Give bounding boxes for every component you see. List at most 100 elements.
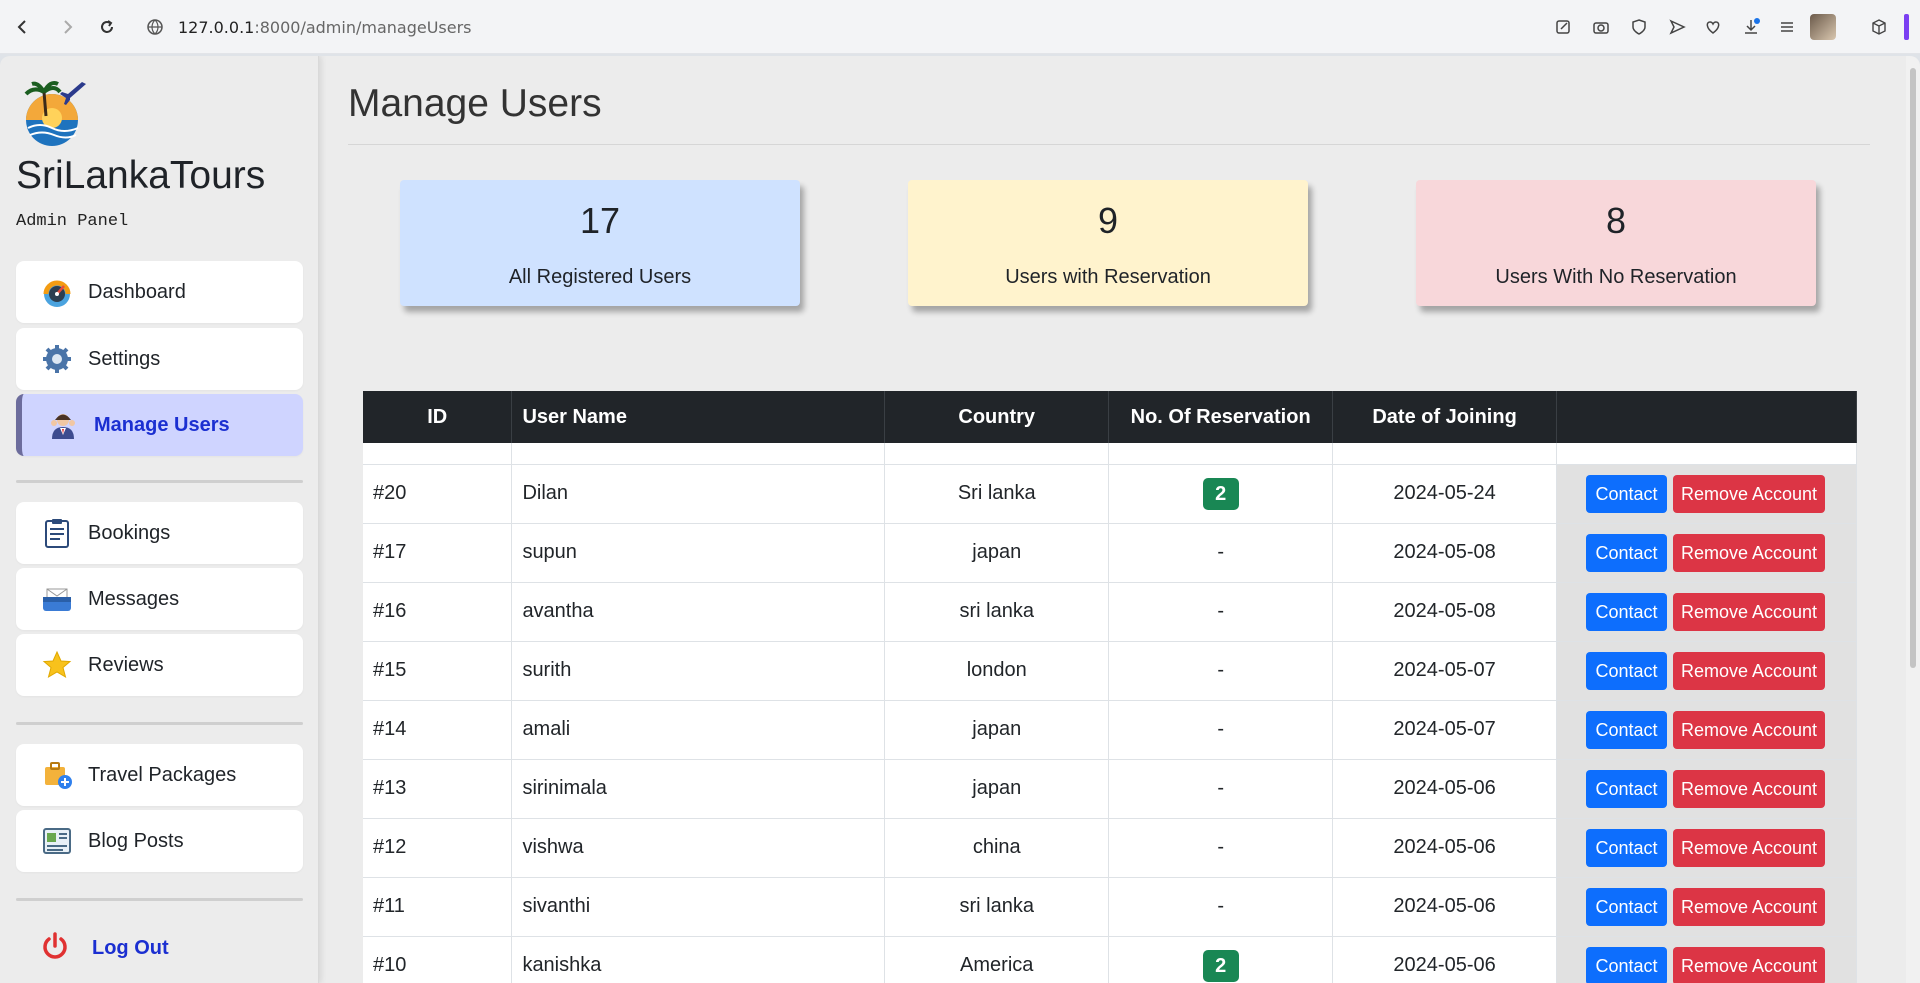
cell-date-joined: 2024-05-24 (1332, 464, 1558, 524)
header-user-name: User Name (511, 391, 886, 443)
remove-account-button[interactable]: Remove Account (1673, 946, 1826, 983)
cell-actions: Contact Remove Account (1556, 464, 1857, 524)
cell-reservations: - (1108, 641, 1334, 701)
heart-icon[interactable] (1700, 14, 1726, 40)
site-info-icon[interactable] (146, 18, 164, 41)
mailbox-icon (40, 582, 74, 616)
cell-user-name: amali (511, 700, 886, 760)
send-icon[interactable] (1664, 14, 1690, 40)
cell-id: #20 (363, 464, 513, 524)
stat-card-no-reservation: 8 Users With No Reservation (1416, 180, 1816, 306)
extensions-icon[interactable] (1866, 14, 1892, 40)
profile-avatar[interactable] (1810, 14, 1836, 40)
users-icon (46, 408, 80, 442)
blog-icon (40, 824, 74, 858)
edit-icon[interactable] (1550, 14, 1576, 40)
sidebar-item-travel-packages[interactable]: Travel Packages (16, 744, 303, 806)
cell-country: America (884, 936, 1110, 983)
table-row: #10 kanishka America 2 2024-05-06 Contact Remo… (363, 936, 1857, 983)
gear-icon (40, 342, 74, 376)
cell-reservations: - (1108, 523, 1334, 583)
main-content: Manage Users 17 All Registered Users 9 U… (320, 56, 1920, 983)
contact-button[interactable]: Contact (1586, 651, 1668, 690)
table-row: #17 supun japan -2024-05-08 Contact Remove Ac… (363, 523, 1857, 583)
cell-user-name: kanishka (511, 936, 886, 983)
cell-reservations: - (1108, 759, 1334, 819)
contact-button[interactable]: Contact (1586, 946, 1668, 983)
cell-country: sri lanka (884, 877, 1110, 937)
cell-country: japan (884, 759, 1110, 819)
contact-button[interactable]: Contact (1586, 828, 1668, 867)
cell-user-name: sirinimala (511, 759, 886, 819)
brand-name: SriLankaTours (16, 154, 266, 197)
contact-button[interactable]: Contact (1586, 533, 1668, 572)
stat-label: All Registered Users (508, 266, 692, 288)
page-scrollbar[interactable] (1906, 56, 1920, 983)
title-divider (348, 144, 1870, 145)
page: SriLankaTours Admin Panel Dashboard Sett… (0, 56, 1920, 983)
remove-account-button[interactable]: Remove Account (1673, 828, 1826, 867)
stat-card-all-users: 17 All Registered Users (400, 180, 800, 306)
cell-actions: Contact Remove Account (1556, 818, 1857, 878)
cell-actions: Contact Remove Account (1556, 759, 1857, 819)
cell-id: #13 (363, 759, 513, 819)
cell-reservations: - (1108, 700, 1334, 760)
stat-value: 9 (1097, 200, 1119, 241)
stat-label: Users With No Reservation (1495, 266, 1737, 288)
cell-reservations: 2 (1108, 936, 1334, 983)
sidebar-item-messages[interactable]: Messages (16, 568, 303, 630)
cell-date-joined: 2024-05-07 (1332, 641, 1558, 701)
sidebar-item-dashboard[interactable]: Dashboard (16, 261, 303, 323)
sidebar-item-label: Messages (88, 587, 180, 610)
back-icon[interactable] (10, 14, 36, 40)
cell-actions: Contact Remove Account (1556, 877, 1857, 937)
menu-icon[interactable] (1774, 14, 1800, 40)
star-icon (40, 648, 74, 682)
header-date-joined: Date of Joining (1332, 391, 1558, 443)
logout-button[interactable]: Log Out (40, 931, 169, 966)
cell-actions: Contact Remove Account (1556, 700, 1857, 760)
header-id: ID (363, 391, 513, 443)
reservation-count: - (1217, 718, 1224, 740)
table-row: #13 sirinimala japan -2024-05-06 Contact Remo… (363, 759, 1857, 819)
cell-id: #15 (363, 641, 513, 701)
shield-icon[interactable] (1626, 14, 1652, 40)
cell-reservations: - (1108, 877, 1334, 937)
contact-button[interactable]: Contact (1586, 592, 1668, 631)
camera-icon[interactable] (1588, 14, 1614, 40)
sidebar-item-bookings[interactable]: Bookings (16, 502, 303, 564)
contact-button[interactable]: Contact (1586, 474, 1668, 513)
header-country: Country (884, 391, 1110, 443)
sidebar-item-blog-posts[interactable]: Blog Posts (16, 810, 303, 872)
sidebar-item-reviews[interactable]: Reviews (16, 634, 303, 696)
page-title: Manage Users (348, 82, 602, 125)
remove-account-button[interactable]: Remove Account (1673, 887, 1826, 926)
remove-account-button[interactable]: Remove Account (1673, 533, 1826, 572)
download-icon[interactable] (1738, 14, 1764, 40)
cell-country: china (884, 818, 1110, 878)
scrollbar-thumb[interactable] (1910, 68, 1916, 668)
remove-account-button[interactable]: Remove Account (1673, 474, 1826, 513)
table-row: #14 amali japan -2024-05-07 Contact Remove Ac… (363, 700, 1857, 760)
sidebar-item-label: Blog Posts (88, 829, 184, 852)
remove-account-button[interactable]: Remove Account (1673, 651, 1826, 690)
remove-account-button[interactable]: Remove Account (1673, 710, 1826, 749)
cell-date-joined: 2024-05-06 (1332, 818, 1558, 878)
gauge-icon (40, 275, 74, 309)
cell-user-name: sivanthi (511, 877, 886, 937)
sidebar-item-settings[interactable]: Settings (16, 328, 303, 390)
sidebar-item-manage-users[interactable]: Manage Users (16, 394, 303, 456)
contact-button[interactable]: Contact (1586, 710, 1668, 749)
reservation-badge: 2 (1202, 477, 1239, 510)
table-row: #15 surith london -2024-05-07 Contact Remove … (363, 641, 1857, 701)
forward-icon[interactable] (54, 14, 80, 40)
reload-icon[interactable] (94, 14, 120, 40)
cell-country: london (884, 641, 1110, 701)
remove-account-button[interactable]: Remove Account (1673, 769, 1826, 808)
table-header-row: ID User Name Country No. Of Reservation … (363, 391, 1857, 443)
contact-button[interactable]: Contact (1586, 887, 1668, 926)
remove-account-button[interactable]: Remove Account (1673, 592, 1826, 631)
contact-button[interactable]: Contact (1586, 769, 1668, 808)
cell-id: #17 (363, 523, 513, 583)
cell-actions: Contact Remove Account (1556, 523, 1857, 583)
